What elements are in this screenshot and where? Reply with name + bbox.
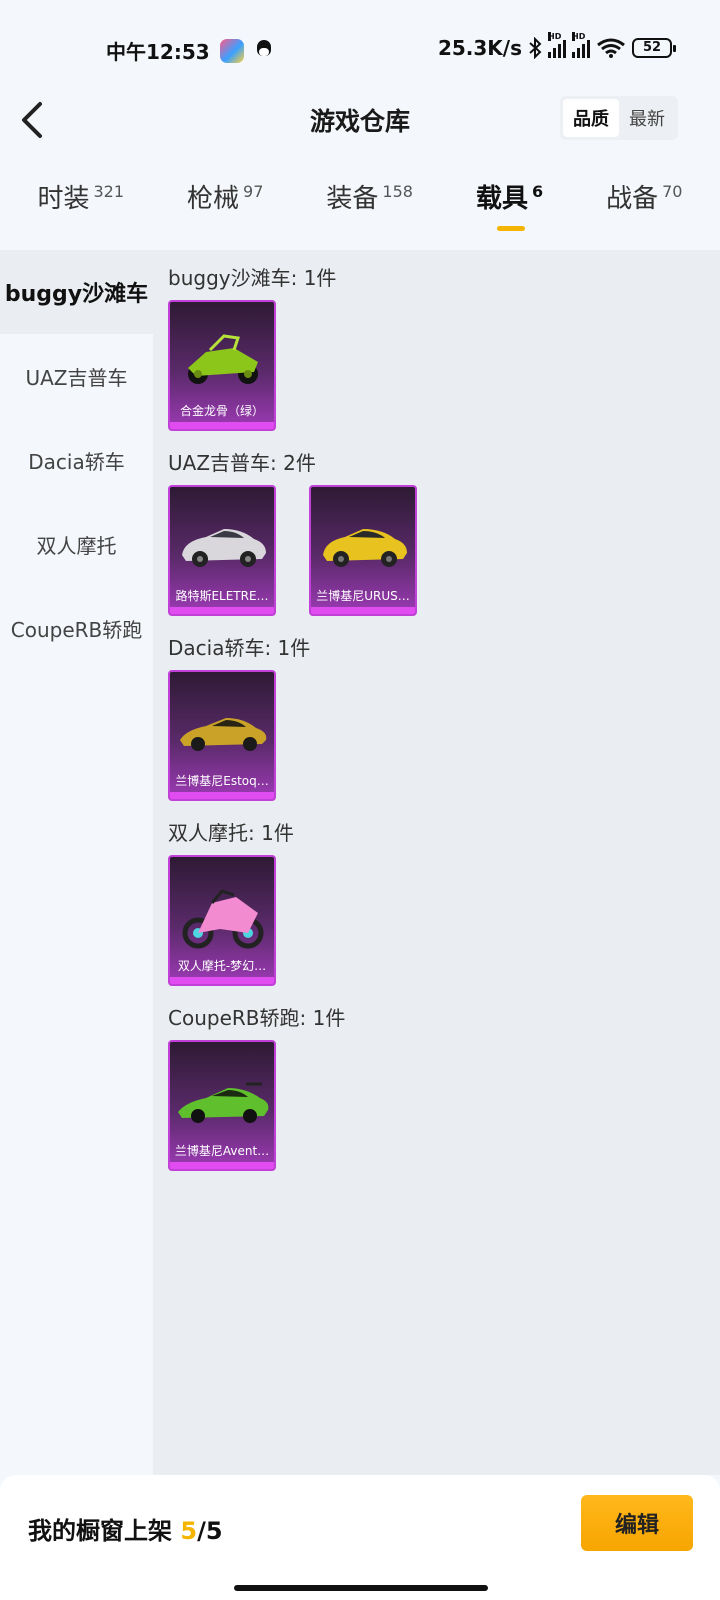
sort-quality-button[interactable]: 品质: [563, 99, 619, 137]
bluetooth-icon: [529, 37, 542, 59]
vehicle-name: 兰博基尼Estoq…: [175, 774, 269, 788]
rarity-bar: [170, 607, 274, 614]
vehicle-card[interactable]: 兰博基尼Estoq…: [168, 670, 276, 801]
motorcycle-pink-image: [182, 889, 264, 949]
status-bar: 中午12:53 25.3K/s HD HD 52: [0, 0, 720, 100]
sidebar-item-uaz[interactable]: UAZ吉普车: [0, 334, 153, 418]
showcase-current: 5: [180, 1517, 198, 1545]
section-title: UAZ吉普车: 2件: [168, 451, 316, 475]
section-title: buggy沙滩车: 1件: [168, 266, 337, 290]
category-tabs: 时装 321 枪械 97 装备 158 载具 6 战备 70: [0, 178, 720, 238]
tab-count: 97: [243, 182, 264, 201]
vehicle-name: 兰博基尼Avent…: [174, 1144, 270, 1158]
qq-penguin-icon: [254, 39, 274, 62]
buggy-image: [188, 334, 258, 384]
rarity-bar: [170, 792, 274, 799]
tab-guns[interactable]: 枪械 97: [187, 178, 263, 234]
tab-label: 时装: [37, 184, 90, 214]
section-title: Dacia轿车: 1件: [168, 636, 311, 660]
battery-icon: 52: [632, 38, 676, 58]
tab-count: 6: [531, 182, 544, 201]
sidebar-item-dacia[interactable]: Dacia轿车: [0, 418, 153, 502]
tab-label: 装备: [326, 184, 379, 214]
sidebar-item-motorcycle[interactable]: 双人摩托: [0, 502, 153, 586]
vehicle-card[interactable]: 路特斯ELETRE…: [168, 485, 276, 616]
tab-equipment[interactable]: 装备 158: [326, 178, 413, 234]
hd-label-2: HD: [572, 32, 586, 41]
section-title: 双人摩托: 1件: [168, 821, 294, 845]
tab-count: 158: [382, 182, 413, 201]
app-notification-icon: [219, 38, 244, 63]
tab-label: 载具: [475, 184, 528, 214]
cell-signal-icon-2: HD: [572, 32, 590, 58]
vehicle-name: 路特斯ELETRE…: [175, 589, 269, 603]
sidebar-item-coupe[interactable]: CoupeRB轿跑: [0, 586, 153, 670]
vehicle-name: 兰博基尼URUS…: [316, 589, 410, 603]
hd-label: HD: [548, 32, 562, 41]
showcase-bar: 我的橱窗上架 5/5 编辑: [0, 1475, 720, 1600]
tab-count: 70: [662, 182, 683, 201]
battery-level: 52: [642, 40, 662, 55]
tab-label: 枪械: [187, 184, 240, 214]
sedan-gold-image: [180, 718, 267, 751]
section-coupe: CoupeRB轿跑: 1件 兰博基尼Avent…: [168, 990, 720, 1175]
supercar-green-image: [178, 1082, 269, 1123]
page-header: 游戏仓库 品质 最新: [0, 90, 720, 150]
vehicle-card[interactable]: 合金龙骨（绿）: [168, 300, 276, 431]
rarity-bar: [170, 1162, 274, 1169]
showcase-total: /5: [197, 1517, 223, 1545]
tab-fashion[interactable]: 时装 321: [37, 178, 124, 234]
status-left: 中午12:53: [106, 36, 274, 65]
section-buggy: buggy沙滩车: 1件 合金龙骨（绿）: [168, 250, 720, 435]
tab-supplies[interactable]: 战备 70: [606, 178, 682, 234]
sidebar-item-buggy[interactable]: buggy沙滩车: [0, 250, 153, 334]
home-indicator[interactable]: [234, 1585, 488, 1591]
sort-latest-button[interactable]: 最新: [619, 99, 675, 137]
edit-button[interactable]: 编辑: [581, 1495, 693, 1551]
rarity-bar: [170, 977, 274, 984]
showcase-label: 我的橱窗上架: [28, 1517, 172, 1545]
section-title: CoupeRB轿跑: 1件: [168, 1006, 346, 1030]
status-right: 25.3K/s HD HD 52: [437, 32, 676, 60]
vehicle-name: 合金龙骨（绿）: [179, 404, 264, 418]
section-uaz: UAZ吉普车: 2件 路特斯ELETRE… 兰博基尼URUS…: [168, 435, 720, 620]
vehicle-card[interactable]: 兰博基尼URUS…: [309, 485, 417, 616]
suv-yellow-image: [323, 529, 407, 567]
tab-label: 战备: [606, 184, 659, 214]
rarity-bar: [311, 607, 415, 614]
vehicle-card[interactable]: 双人摩托-梦幻…: [168, 855, 276, 986]
active-tab-indicator: [496, 226, 525, 231]
tab-count: 321: [93, 182, 125, 201]
network-speed: 25.3K/s: [437, 36, 522, 60]
cell-signal-icon: HD: [548, 32, 566, 58]
vehicle-card[interactable]: 兰博基尼Avent…: [168, 1040, 276, 1171]
section-dacia: Dacia轿车: 1件 兰博基尼Estoq…: [168, 620, 720, 805]
vehicle-list: buggy沙滩车: 1件 合金龙骨（绿） UAZ吉普车: 2件 路特斯ELETR…: [153, 250, 720, 1475]
rarity-bar: [170, 422, 274, 429]
vehicle-name: 双人摩托-梦幻…: [177, 959, 267, 973]
status-time: 中午12:53: [106, 40, 210, 64]
showcase-status: 我的橱窗上架 5/5: [28, 1511, 223, 1546]
sort-toggle: 品质 最新: [560, 96, 678, 140]
tab-vehicles[interactable]: 载具 6: [476, 178, 543, 234]
section-motorcycle: 双人摩托: 1件 双人摩托-梦幻…: [168, 805, 720, 990]
suv-white-image: [182, 529, 266, 567]
vehicle-type-sidebar: buggy沙滩车 UAZ吉普车 Dacia轿车 双人摩托 CoupeRB轿跑: [0, 250, 153, 1475]
wifi-icon: [597, 38, 625, 58]
